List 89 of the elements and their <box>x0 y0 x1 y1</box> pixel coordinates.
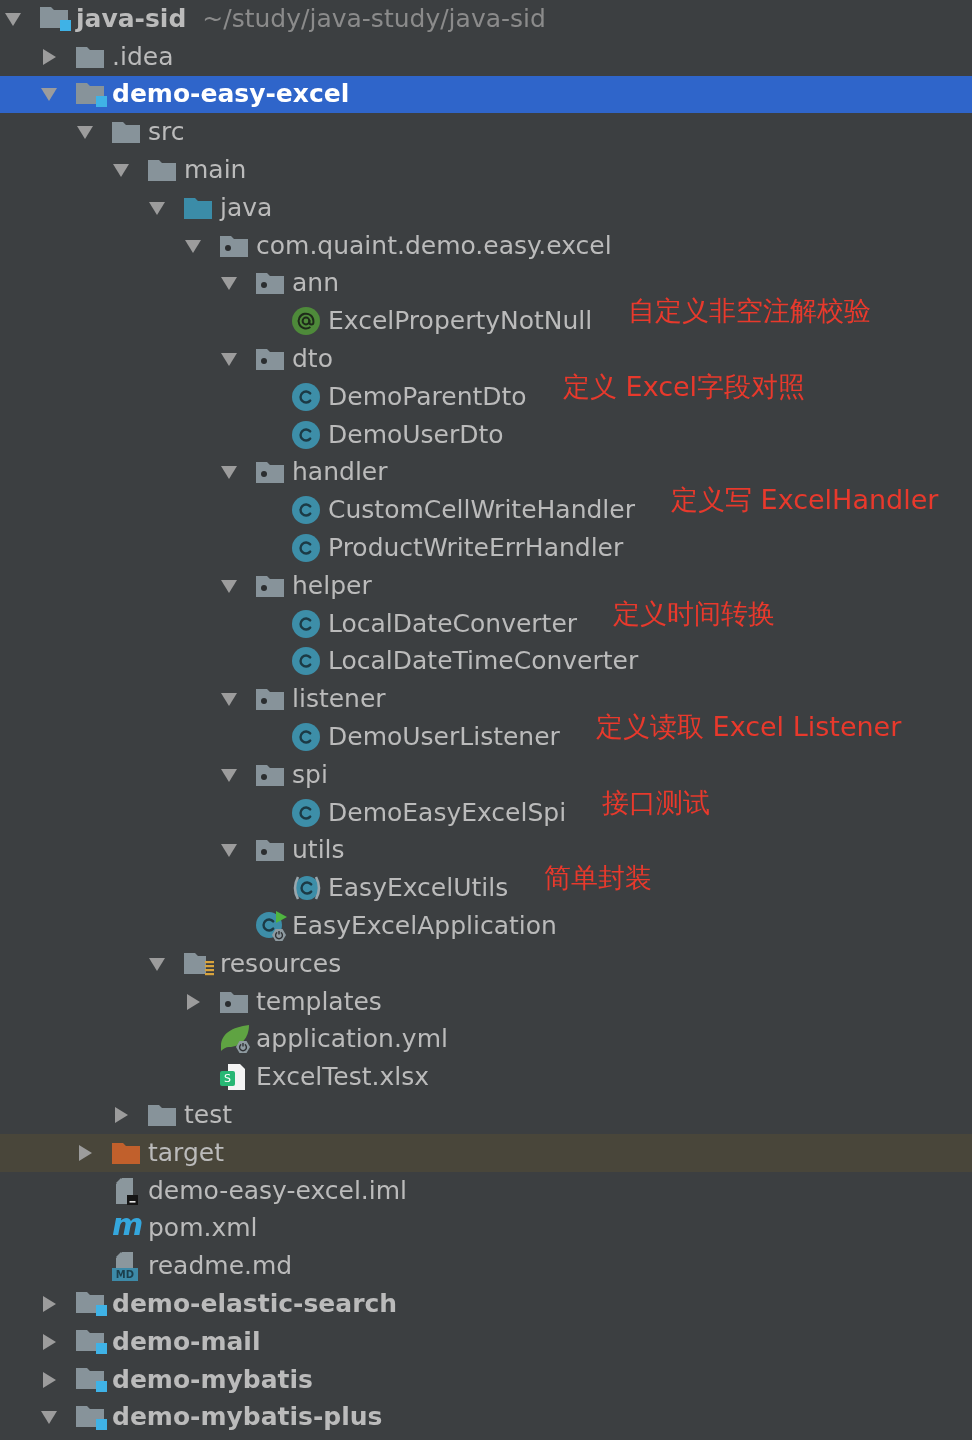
annotation-note: 定义 Excel字段对照 <box>563 369 806 404</box>
caret-icon[interactable] <box>221 275 237 292</box>
c-circle-icon <box>292 647 320 676</box>
tree-row[interactable]: EasyExcelApplication <box>0 907 557 945</box>
tree-row[interactable]: DemoUserListener <box>0 718 560 756</box>
tree-row[interactable]: S ExcelTest.xlsx <box>0 1058 429 1097</box>
tree-row[interactable]: ProductWriteErrHandler <box>0 529 624 567</box>
letter-logo-icon: m <box>112 1210 144 1241</box>
folder-icon <box>148 1104 176 1126</box>
tree-row[interactable]: utils <box>0 831 345 870</box>
folder-icon <box>184 196 212 219</box>
c-circle-icon <box>292 723 320 752</box>
tree-row[interactable]: spi <box>0 755 328 794</box>
c-circle-icon <box>292 382 320 411</box>
caret-icon[interactable] <box>221 464 237 481</box>
tree-row[interactable]: listener <box>0 680 386 719</box>
caret-icon[interactable] <box>5 10 21 27</box>
tree-row[interactable]: java-sid ~/study/java-study/java-sid <box>0 0 546 38</box>
c-circle-icon <box>292 798 320 827</box>
caret-icon[interactable] <box>77 124 93 141</box>
tree-row[interactable]: EasyExcelUtils <box>0 869 509 908</box>
tree-row[interactable]: templates <box>0 982 382 1021</box>
tree-row[interactable]: java <box>0 189 273 227</box>
caret-icon[interactable] <box>221 577 237 594</box>
caret-icon[interactable] <box>149 199 165 216</box>
tree-row[interactable]: demo-elastic-search <box>0 1285 398 1323</box>
annotation-note: 定义读取 Excel Listener <box>596 710 902 745</box>
tree-row[interactable]: main <box>0 151 247 189</box>
caret-icon[interactable] <box>221 351 237 368</box>
annotation-note: 简单封装 <box>544 861 652 896</box>
leaf-icon <box>220 1024 252 1055</box>
tree-row[interactable]: demo-easy-excel.iml <box>0 1171 408 1210</box>
tree-row[interactable]: resources <box>0 944 342 983</box>
tree-row[interactable]: src <box>0 113 185 152</box>
tree-row[interactable]: test <box>0 1096 232 1134</box>
c-circle-icon <box>292 496 320 525</box>
c-brackets-icon <box>292 874 322 903</box>
tree-row[interactable]: DemoParentDto <box>0 377 527 416</box>
folder-icon <box>148 159 176 182</box>
tree-row[interactable]: handler <box>0 453 388 492</box>
file-type-badge: S <box>220 1071 235 1087</box>
tree-row[interactable]: dto <box>0 340 333 378</box>
folder-icon <box>112 1141 140 1164</box>
tree-row[interactable]: com.quaint.demo.easy.excel <box>0 226 612 265</box>
tree-row[interactable]: DemoEasyExcelSpi <box>0 793 567 832</box>
tree-row[interactable]: CustomCellWriteHandler <box>0 491 635 530</box>
caret-icon[interactable] <box>41 1371 57 1388</box>
caret-icon[interactable] <box>149 955 165 972</box>
caret-icon[interactable] <box>113 162 129 179</box>
caret-icon[interactable] <box>185 993 201 1010</box>
caret-icon[interactable] <box>41 1333 57 1350</box>
tree-row[interactable]: ann <box>0 264 339 303</box>
file-type-badge: MD <box>112 1268 138 1282</box>
caret-icon[interactable] <box>113 1107 129 1123</box>
c-circle-icon <box>292 609 320 638</box>
tree-row[interactable]: application.yml <box>0 1020 448 1059</box>
tree-row[interactable]: demo-easy-excel <box>0 75 350 114</box>
annotation-note: 自定义非空注解校验 <box>628 294 871 329</box>
tree-row[interactable]: helper <box>0 566 372 605</box>
caret-icon[interactable] <box>185 237 201 254</box>
c-circle-play-icon <box>256 910 288 942</box>
tree-row[interactable]: DemoUserDto <box>0 415 504 454</box>
tree-row[interactable]: m pom.xml <box>0 1209 258 1248</box>
tree-row[interactable]: LocalDateTimeConverter <box>0 642 639 681</box>
annotation-note: 接口测试 <box>602 785 710 820</box>
caret-icon[interactable] <box>41 1296 57 1312</box>
caret-icon[interactable] <box>77 1144 93 1161</box>
annotation-note: 定义写 ExcelHandler <box>671 483 939 518</box>
folder-icon <box>76 45 104 68</box>
caret-icon[interactable] <box>221 842 237 859</box>
tree-row[interactable]: demo-mybatis <box>0 1360 313 1399</box>
caret-icon[interactable] <box>41 1409 57 1426</box>
caret-icon[interactable] <box>41 48 57 65</box>
tree-row[interactable]: demo-mail <box>0 1322 261 1361</box>
tree-row[interactable]: target <box>0 1133 224 1172</box>
tree-row[interactable]: LocalDateConverter <box>0 604 578 643</box>
caret-icon[interactable] <box>221 691 237 708</box>
caret-icon[interactable] <box>221 766 237 783</box>
annotation-note: 定义时间转换 <box>613 596 775 631</box>
project-path: ~/study/java-study/java-sid <box>202 3 546 34</box>
folder-lines-icon <box>184 951 214 976</box>
tree-row[interactable]: MD readme.md <box>0 1247 293 1286</box>
c-circle-icon <box>292 420 320 449</box>
c-circle-icon <box>292 534 320 563</box>
tree-row[interactable]: .idea <box>0 37 174 76</box>
at-sign-icon <box>292 307 320 336</box>
tree-row[interactable]: demo-mybatis-plus <box>0 1398 383 1437</box>
tree-row[interactable]: ExcelPropertyNotNull <box>0 302 593 341</box>
folder-icon <box>112 121 140 144</box>
